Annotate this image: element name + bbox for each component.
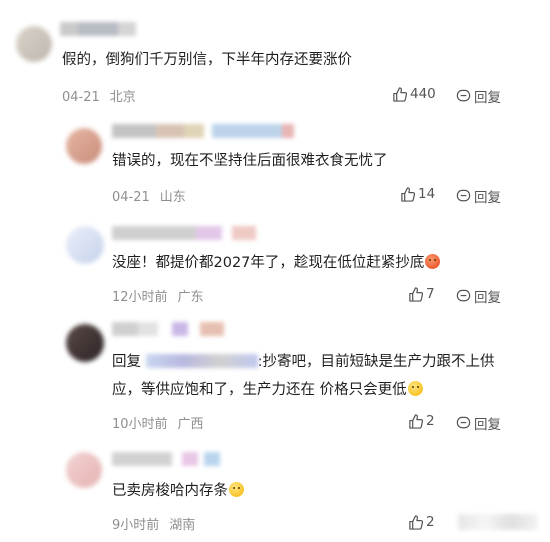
comment-meta: 9小时前 湖南 (112, 514, 195, 533)
reply-prefix: 回复 (112, 354, 141, 370)
comment-date: 12小时前 (112, 290, 168, 305)
thumbs-up-icon (409, 514, 423, 530)
comment-text-body: 已卖房梭哈内存条 (112, 483, 228, 499)
speech-bubble-icon (456, 89, 471, 101)
comment-date: 04-21 (62, 90, 100, 105)
smile-emoji-icon (229, 482, 244, 497)
like-count: 14 (418, 186, 436, 202)
like-button[interactable]: 2 (408, 413, 435, 429)
reply-label: 回复 (474, 190, 501, 206)
comment-text: 假的，倒狗们千万别信，下半年内存还要涨价 (62, 52, 352, 68)
comment-text-body: 没座！都提价都2027年了，趁现在低位赶紧抄底 (112, 255, 425, 271)
comment-location: 北京 (109, 90, 136, 105)
comment-meta: 04-21 山东 (112, 186, 186, 205)
angry-face-emoji-icon (425, 254, 441, 269)
comment-meta: 12小时前 广东 (112, 286, 204, 305)
comment-text: 错误的，现在不坚持住后面很难衣食无忧了 (112, 153, 388, 169)
avatar[interactable] (66, 324, 104, 362)
username-blurred[interactable] (112, 124, 294, 138)
comment-text-line1: :抄寄吧，目前短缺是生产力跟不上供 (257, 354, 495, 370)
comment-date: 04-21 (112, 190, 150, 205)
like-count: 7 (426, 286, 435, 302)
comment-text: 已卖房梭哈内存条 (112, 477, 244, 505)
reply-button[interactable]: 回复 (456, 286, 501, 306)
avatar[interactable] (66, 452, 102, 488)
like-count: 2 (426, 514, 435, 530)
watermark-blurred (458, 514, 538, 530)
reply-label: 回复 (474, 290, 501, 306)
comment-location: 广东 (177, 290, 204, 305)
thumbs-up-icon (393, 86, 407, 102)
reply-label: 回复 (474, 417, 501, 433)
comment-meta: 10小时前 广西 (112, 413, 204, 432)
comment-text: 没座！都提价都2027年了，趁现在低位赶紧抄底 (112, 249, 441, 277)
comment-date: 9小时前 (112, 518, 160, 533)
comment-date: 10小时前 (112, 417, 168, 432)
like-button[interactable]: 440 (392, 86, 436, 102)
like-count: 2 (426, 413, 435, 429)
username-blurred[interactable] (112, 226, 256, 240)
like-button[interactable]: 2 (408, 514, 435, 530)
comment-location: 湖南 (169, 518, 196, 533)
comment-location: 广西 (177, 417, 204, 432)
like-button[interactable]: 14 (400, 186, 435, 202)
comment-text-line2: 应，等供应饱和了，生产力还在 价格只会更低 (112, 382, 407, 398)
reply-button[interactable]: 回复 (456, 186, 501, 206)
like-button[interactable]: 7 (408, 286, 435, 302)
like-count: 440 (410, 86, 436, 102)
avatar[interactable] (66, 226, 104, 264)
username-blurred[interactable] (112, 322, 224, 336)
comment-location: 山东 (159, 190, 186, 205)
reply-button[interactable]: 回复 (456, 413, 501, 433)
reply-label: 回复 (474, 90, 501, 106)
avatar[interactable] (16, 26, 52, 62)
thumbs-up-icon (409, 286, 423, 302)
reply-button[interactable]: 回复 (456, 86, 501, 106)
comment-text: 回复 :抄寄吧，目前短缺是生产力跟不上供 (112, 348, 495, 376)
thumbs-up-icon (409, 413, 423, 429)
speech-bubble-icon (456, 416, 471, 428)
comment-meta: 04-21 北京 (62, 86, 136, 105)
thumbs-up-icon (401, 186, 415, 202)
mentioned-username-blurred[interactable] (145, 354, 258, 368)
avatar[interactable] (66, 128, 102, 164)
comment-text: 应，等供应饱和了，生产力还在 价格只会更低 (112, 376, 423, 404)
smile-emoji-icon (407, 381, 423, 396)
speech-bubble-icon (456, 289, 471, 301)
speech-bubble-icon (456, 189, 471, 201)
username-blurred[interactable] (60, 22, 136, 36)
username-blurred[interactable] (112, 452, 220, 466)
